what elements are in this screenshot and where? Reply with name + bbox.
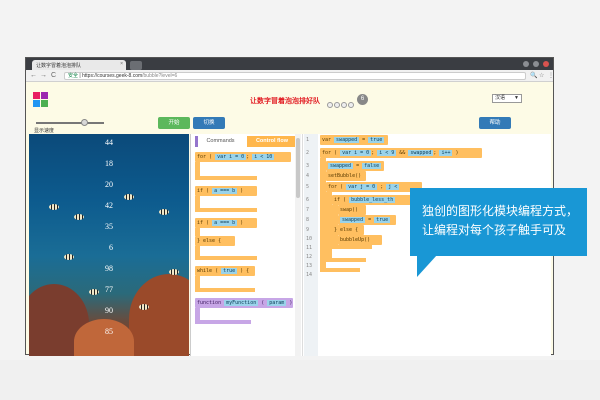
- url-input[interactable]: 安全 | https://courses.geek-8.com/bubble?l…: [64, 72, 526, 80]
- bubble-number: 18: [105, 159, 113, 168]
- url-host: https://courses.geek-8.com: [82, 73, 143, 79]
- new-tab-button[interactable]: [130, 61, 142, 70]
- zoom-icon[interactable]: 🔍: [530, 72, 537, 79]
- if-block[interactable]: if ( a === b ): [195, 186, 257, 196]
- coral-center: [74, 319, 134, 356]
- help-button[interactable]: 帮助: [479, 117, 511, 129]
- aquarium-view: 44 18 20 42 35 6 98 77 90 85: [29, 134, 189, 356]
- code-line-5[interactable]: for ( var j = 0 ; j <: [326, 182, 422, 192]
- if-end: [332, 245, 372, 249]
- bubble-number: 77: [105, 285, 113, 294]
- code-line-9[interactable]: } else {: [332, 225, 364, 235]
- if-else-block[interactable]: if ( a === b ): [195, 218, 257, 228]
- code-line-3[interactable]: swapped = false: [326, 161, 384, 171]
- while-body: [195, 276, 200, 288]
- bubble-number: 98: [105, 264, 113, 273]
- fish: [159, 209, 169, 215]
- language-value: 汉语: [495, 95, 506, 101]
- code-line-1[interactable]: var swapped = true: [320, 135, 388, 145]
- window-minimize-icon[interactable]: [523, 61, 529, 67]
- tab-strip: 让数字冒着泡泡排队 ×: [26, 58, 553, 70]
- page-bottom-band: [0, 360, 600, 400]
- for-block[interactable]: for ( var i = 0; i < 10: [195, 152, 291, 162]
- menu-icon[interactable]: ⋮: [548, 72, 554, 79]
- else-body: [195, 246, 200, 256]
- while-block[interactable]: while ( true ) {: [195, 266, 255, 276]
- fish: [139, 304, 149, 310]
- forward-icon[interactable]: →: [40, 72, 47, 80]
- bubble-number: 20: [105, 180, 113, 189]
- speed-slider-track[interactable]: [36, 122, 104, 124]
- bubble-number: 90: [105, 306, 113, 315]
- switch-button[interactable]: 切换: [193, 117, 225, 129]
- callout-line-2: 让编程对每个孩子触手可及: [422, 223, 567, 237]
- window-close-icon[interactable]: [543, 61, 549, 67]
- if-block-end: [195, 208, 257, 212]
- url-path: /bubble?level=6: [142, 73, 178, 79]
- code-line-2[interactable]: for ( var i = 0; i < 9 && swapped; i++ ): [320, 148, 482, 158]
- fish: [49, 204, 59, 210]
- code-line-4[interactable]: setBubble(): [326, 171, 366, 181]
- callout-tail: [417, 255, 437, 277]
- bubble-number: 44: [105, 138, 113, 147]
- fish: [124, 194, 134, 200]
- promo-callout: 独创的图形化模块编程方式， 让编程对每个孩子触手可及: [410, 188, 587, 256]
- bubble-number: 6: [109, 243, 113, 252]
- bubble-number: 85: [105, 327, 113, 336]
- level-badge: 6: [357, 94, 368, 105]
- code-line-8[interactable]: swapped = true: [338, 215, 396, 225]
- speed-slider-thumb[interactable]: [81, 119, 88, 126]
- tab-title: 让数字冒着泡泡排队: [36, 63, 82, 69]
- toolbox-scrollbar-thumb[interactable]: [296, 138, 300, 198]
- fish: [169, 269, 179, 275]
- chevron-down-icon: ▼: [514, 95, 519, 101]
- window-maximize-icon[interactable]: [533, 61, 539, 67]
- browser-tab[interactable]: 让数字冒着泡泡排队 ×: [32, 60, 126, 70]
- coral-right: [129, 274, 189, 356]
- speed-label: 显示速度: [34, 128, 55, 134]
- while-end: [195, 288, 255, 292]
- tab-control-flow[interactable]: Control flow: [247, 136, 297, 147]
- for-block-end: [195, 176, 257, 180]
- fish: [89, 289, 99, 295]
- outer-loop-end: [320, 268, 360, 272]
- reload-icon[interactable]: C: [51, 72, 56, 80]
- back-icon[interactable]: ←: [30, 72, 37, 80]
- page-title: 让数字冒着泡泡排好队: [250, 98, 320, 105]
- secure-label: 安全: [68, 73, 79, 79]
- level-progress-dots: [327, 96, 355, 114]
- function-body: [195, 308, 200, 320]
- inner-loop-end: [326, 258, 366, 262]
- star-icon[interactable]: ☆: [539, 72, 544, 79]
- if-else-body: [195, 228, 200, 236]
- line-number-gutter: 1 2 3 4 5 6 7 8 9 10 11 12 13 14: [304, 134, 318, 356]
- if-block-body: [195, 196, 200, 208]
- code-line-7[interactable]: swap(): [338, 205, 366, 215]
- callout-line-1: 独创的图形化模块编程方式，: [422, 204, 579, 218]
- if-else-end: [195, 256, 257, 260]
- start-button[interactable]: 开始: [158, 117, 190, 129]
- tab-close-icon[interactable]: ×: [120, 61, 123, 67]
- bubble-number: 35: [105, 222, 113, 231]
- code-line-6[interactable]: if ( bubble_less_th: [332, 195, 422, 205]
- function-end: [195, 320, 251, 324]
- code-line-10[interactable]: bubbleUp(): [338, 235, 382, 245]
- site-logo[interactable]: [33, 92, 49, 108]
- tab-commands[interactable]: Commands: [195, 136, 243, 147]
- bubble-number: 42: [105, 201, 113, 210]
- fish: [74, 214, 84, 220]
- fish: [64, 254, 74, 260]
- address-bar: ← → C 安全 | https://courses.geek-8.com/bu…: [26, 70, 554, 82]
- block-toolbox: Commands Control flow for ( var i = 0; i…: [191, 134, 303, 356]
- function-block[interactable]: function myFunction ( param ): [195, 298, 293, 308]
- for-block-body: [195, 162, 200, 176]
- language-select[interactable]: 汉语 ▼: [492, 94, 522, 103]
- else-label: } else {: [195, 236, 235, 246]
